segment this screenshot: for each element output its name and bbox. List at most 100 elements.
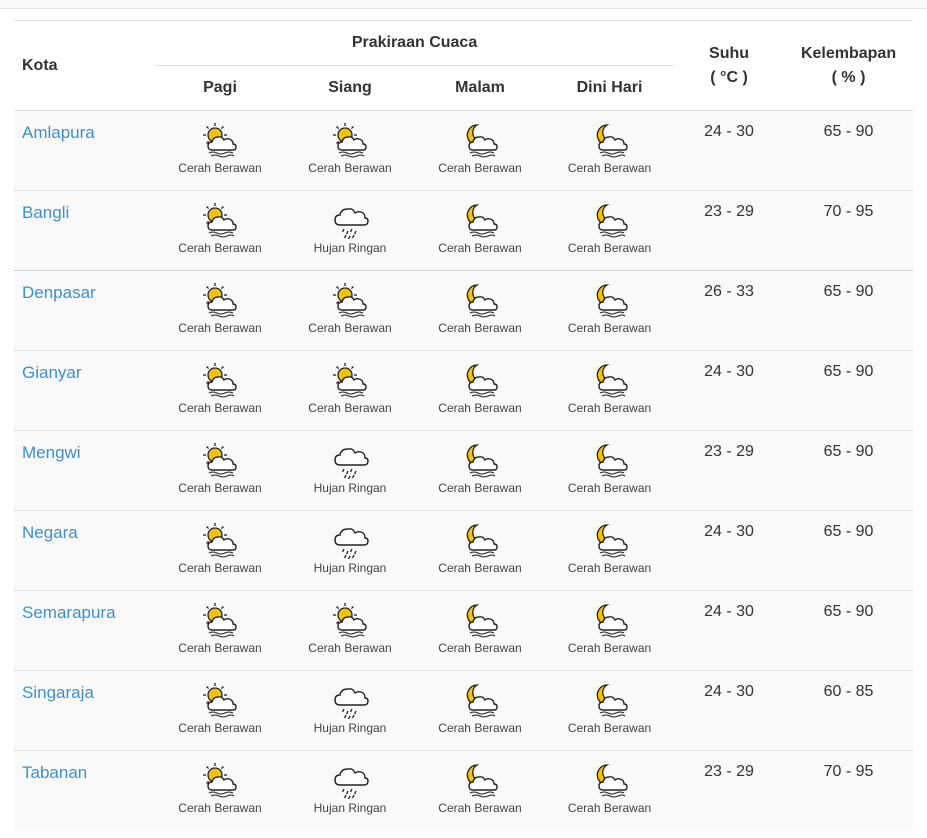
partly-cloudy-night-icon xyxy=(590,601,630,639)
forecast-label: Cerah Berawan xyxy=(178,721,262,735)
partly-cloudy-night-icon xyxy=(460,201,500,239)
forecast-cell: Cerah Berawan xyxy=(155,670,285,751)
city-link[interactable]: Negara xyxy=(14,511,155,543)
city-link[interactable]: Tabanan xyxy=(14,751,155,783)
city-link[interactable]: Semarapura xyxy=(14,591,155,623)
forecast-cell: Cerah Berawan xyxy=(545,670,675,751)
partly-cloudy-night-icon xyxy=(590,441,630,479)
city-link[interactable]: Mengwi xyxy=(14,431,155,463)
partly-cloudy-night-icon xyxy=(590,281,630,319)
forecast-cell: Hujan Ringan xyxy=(285,750,415,831)
forecast-label: Hujan Ringan xyxy=(313,481,387,495)
header-period-dini-hari: Dini Hari xyxy=(545,65,675,111)
forecast-label: Hujan Ringan xyxy=(313,721,387,735)
humidity-cell: 65 - 90 xyxy=(784,430,914,511)
forecast-cell: Cerah Berawan xyxy=(155,510,285,591)
light-rain-icon xyxy=(330,761,370,800)
forecast-label: Hujan Ringan xyxy=(313,241,387,255)
forecast-cell: Cerah Berawan xyxy=(155,590,285,671)
humidity-range: 70 - 95 xyxy=(823,203,874,220)
light-rain-icon xyxy=(330,201,370,240)
forecast-cell: Cerah Berawan xyxy=(415,670,545,751)
humidity-range: 65 - 90 xyxy=(823,523,874,540)
forecast-label: Cerah Berawan xyxy=(178,561,262,575)
temperature-range: 24 - 30 xyxy=(704,603,754,620)
city-cell: Mengwi xyxy=(14,430,155,511)
header-temperature-unit: ( °C ) xyxy=(710,68,748,86)
partly-cloudy-night-icon xyxy=(460,761,500,799)
city-cell: Gianyar xyxy=(14,350,155,431)
forecast-cell: Cerah Berawan xyxy=(415,350,545,431)
forecast-cell: Cerah Berawan xyxy=(545,430,675,511)
forecast-label: Cerah Berawan xyxy=(438,321,522,335)
temperature-range: 23 - 29 xyxy=(704,443,754,460)
partly-cloudy-night-icon xyxy=(460,121,500,159)
forecast-label: Cerah Berawan xyxy=(438,561,522,575)
city-link[interactable]: Singaraja xyxy=(14,671,155,703)
temperature-cell: 23 - 29 xyxy=(674,430,785,511)
forecast-cell: Cerah Berawan xyxy=(545,190,675,271)
temperature-cell: 24 - 30 xyxy=(674,350,785,431)
humidity-cell: 65 - 90 xyxy=(784,270,914,351)
forecast-cell: Hujan Ringan xyxy=(285,510,415,591)
header-humidity-label: Kelembapan xyxy=(800,44,897,62)
top-bar xyxy=(0,0,927,9)
partly-cloudy-day-icon xyxy=(200,681,240,719)
forecast-cell: Cerah Berawan xyxy=(155,350,285,431)
forecast-label: Cerah Berawan xyxy=(308,321,392,335)
temperature-range: 24 - 30 xyxy=(704,123,754,140)
partly-cloudy-night-icon xyxy=(590,201,630,239)
forecast-label: Cerah Berawan xyxy=(438,161,522,175)
city-cell: Bangli xyxy=(14,190,155,271)
humidity-cell: 70 - 95 xyxy=(784,750,914,831)
forecast-cell: Cerah Berawan xyxy=(545,110,675,191)
humidity-cell: 65 - 90 xyxy=(784,590,914,671)
partly-cloudy-day-icon xyxy=(200,601,240,639)
forecast-label: Cerah Berawan xyxy=(178,801,262,815)
table-row: Gianyar Cerah Berawan Cerah Berawan Cera… xyxy=(14,350,914,431)
partly-cloudy-day-icon xyxy=(200,201,240,239)
city-link[interactable]: Bangli xyxy=(14,191,155,223)
table-row: Amlapura Cerah Berawan Cerah Berawan Cer… xyxy=(14,110,914,191)
forecast-cell: Cerah Berawan xyxy=(415,750,545,831)
forecast-label: Cerah Berawan xyxy=(438,641,522,655)
partly-cloudy-day-icon xyxy=(200,521,240,559)
humidity-cell: 65 - 90 xyxy=(784,350,914,431)
humidity-range: 65 - 90 xyxy=(823,443,874,460)
humidity-range: 70 - 95 xyxy=(823,763,874,780)
city-link[interactable]: Gianyar xyxy=(14,351,155,383)
partly-cloudy-day-icon xyxy=(200,361,240,399)
forecast-label: Cerah Berawan xyxy=(308,401,392,415)
partly-cloudy-night-icon xyxy=(590,361,630,399)
humidity-cell: 65 - 90 xyxy=(784,110,914,191)
table-row: Negara Cerah Berawan Hujan Ringan Cerah … xyxy=(14,510,914,591)
forecast-label: Cerah Berawan xyxy=(567,721,652,735)
temperature-cell: 26 - 33 xyxy=(674,270,785,351)
partly-cloudy-night-icon xyxy=(460,441,500,479)
temperature-cell: 24 - 30 xyxy=(674,110,785,191)
forecast-cell: Cerah Berawan xyxy=(545,350,675,431)
forecast-cell: Cerah Berawan xyxy=(415,430,545,511)
temperature-cell: 23 - 29 xyxy=(674,750,785,831)
partly-cloudy-day-icon xyxy=(200,121,240,159)
header-temperature: Suhu ( °C ) xyxy=(674,21,784,111)
table-row: Singaraja Cerah Berawan Hujan Ringan Cer… xyxy=(14,670,914,751)
forecast-cell: Cerah Berawan xyxy=(415,510,545,591)
humidity-range: 60 - 85 xyxy=(823,683,874,700)
forecast-label: Cerah Berawan xyxy=(438,401,522,415)
city-link[interactable]: Amlapura xyxy=(14,111,155,143)
forecast-label: Cerah Berawan xyxy=(438,481,522,495)
city-link[interactable]: Denpasar xyxy=(14,271,155,303)
forecast-cell: Cerah Berawan xyxy=(415,190,545,271)
forecast-label: Cerah Berawan xyxy=(178,481,262,495)
partly-cloudy-day-icon xyxy=(200,281,240,319)
temperature-range: 26 - 33 xyxy=(704,283,754,300)
forecast-cell: Cerah Berawan xyxy=(545,750,675,831)
temperature-cell: 24 - 30 xyxy=(674,590,785,671)
forecast-label: Cerah Berawan xyxy=(567,241,652,255)
partly-cloudy-day-icon xyxy=(200,441,240,479)
city-cell: Amlapura xyxy=(14,110,155,191)
header-period-pagi: Pagi xyxy=(155,65,285,111)
forecast-label: Cerah Berawan xyxy=(567,481,652,495)
forecast-cell: Cerah Berawan xyxy=(545,590,675,671)
